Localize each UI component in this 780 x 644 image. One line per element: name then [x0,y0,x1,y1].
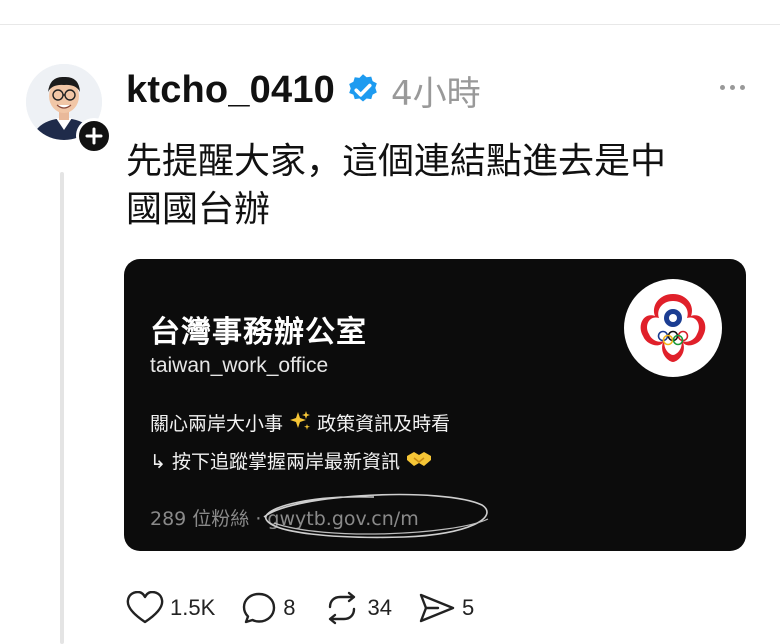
share-icon [419,593,455,623]
post-text-line-2: 國國台辦 [126,189,271,230]
comment-count: 8 [283,595,296,620]
top-divider [0,24,780,25]
card-bio-text-2: ↳ 按下追蹤掌握兩岸最新資訊 [150,451,400,473]
repost-count: 34 [367,595,392,620]
comment-icon [243,592,276,624]
card-bio-line-2: ↳ 按下追蹤掌握兩岸最新資訊 [150,447,432,474]
post-actions: 1.5K 8 34 5 [126,588,500,628]
olympic-flag-logo-icon [640,294,706,362]
repost-button[interactable]: 34 [322,591,392,625]
post-time[interactable]: 4小時 [391,66,481,115]
card-bio-text-b: 政策資訊及時看 [317,413,451,435]
card-logo [624,279,722,377]
repost-icon [328,591,355,625]
more-options-icon[interactable] [712,72,752,102]
heart-icon [126,591,164,624]
sparkles-icon [290,411,311,430]
comment-button[interactable]: 8 [241,591,296,625]
follow-plus-button[interactable] [76,118,112,154]
profile-link-card[interactable]: 台灣事務辦公室 taiwan_work_office 關心兩岸大小事 政策資訊及… [124,259,746,551]
handshake-icon [407,452,432,466]
post-header: ktcho_0410 4小時 [126,66,481,114]
card-bio-text-a: 關心兩岸大小事 [150,413,284,435]
scribble-annotation [263,493,489,539]
username[interactable]: ktcho_0410 [126,69,335,112]
card-title: 台灣事務辦公室 [150,315,367,350]
post-text-line-1: 先提醒大家，這個連結點進去是中 [126,141,667,182]
share-count: 5 [462,595,475,620]
card-handle: taiwan_work_office [150,354,329,377]
like-button[interactable]: 1.5K [126,591,215,625]
share-button[interactable]: 5 [418,591,474,625]
like-count: 1.5K [170,595,216,620]
verified-badge-icon [345,72,381,108]
thread-line [60,172,64,644]
plus-icon [85,127,103,145]
card-bio-line-1: 關心兩岸大小事 政策資訊及時看 [150,409,450,436]
post-text: 先提醒大家，這個連結點進去是中 國國台辦 [126,138,746,234]
